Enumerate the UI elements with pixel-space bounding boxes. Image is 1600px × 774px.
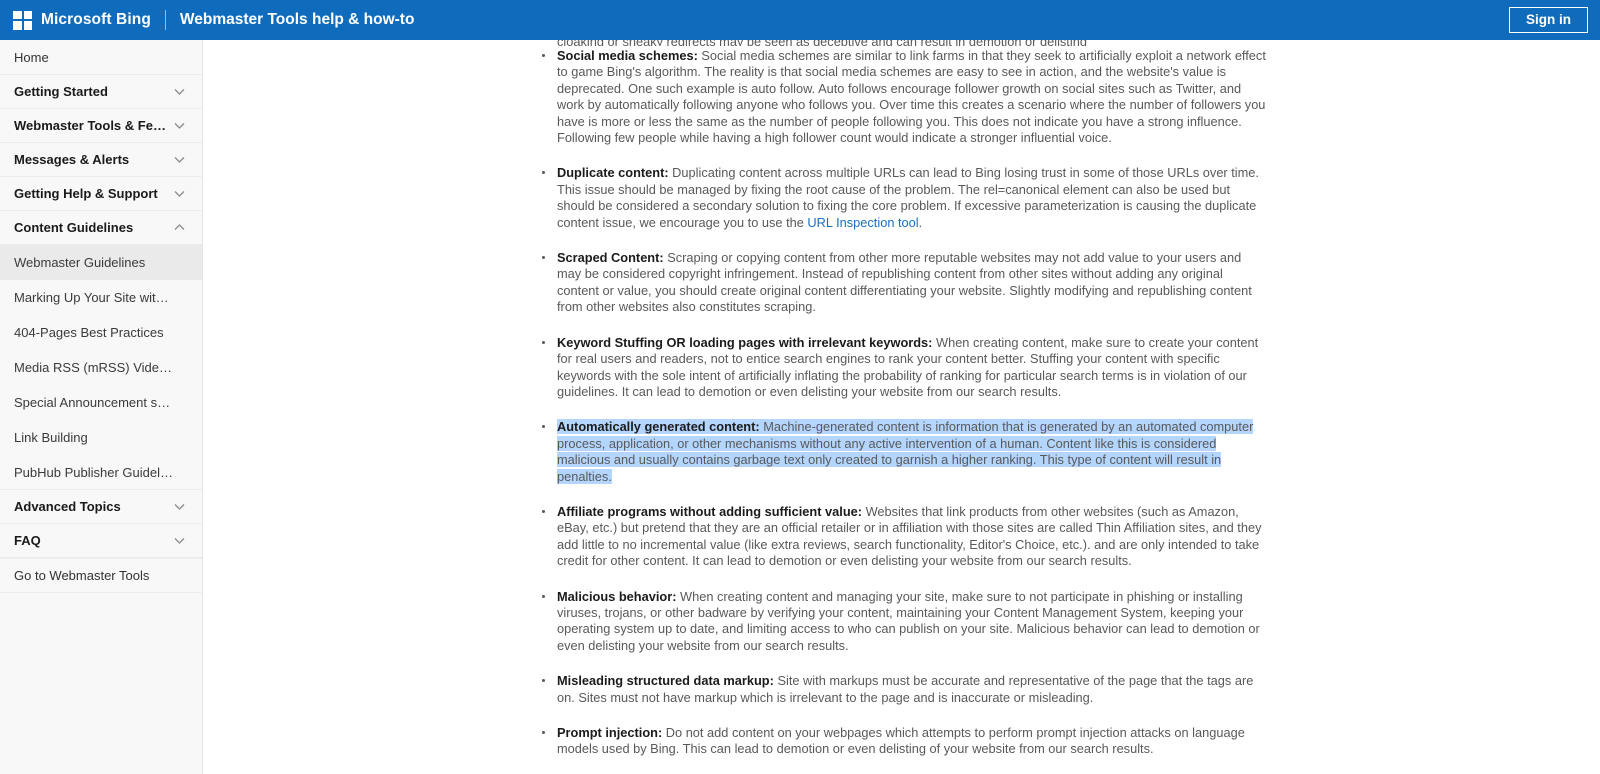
sidebar-item-label: Getting Started [14,84,108,99]
guideline-item: Affiliate programs without adding suffic… [533,504,1268,570]
sidebar-item-content-guidelines[interactable]: Content Guidelines [0,210,202,245]
guideline-term: Affiliate programs without adding suffic… [557,503,863,519]
guideline-term: Prompt injection: [557,725,663,740]
guideline-term: Duplicate content: [557,165,669,181]
sign-in-button[interactable]: Sign in [1509,7,1588,33]
url-inspection-tool-link[interactable]: URL Inspection tool [807,215,918,230]
sidebar-item-label: Marking Up Your Site with Stru… [14,290,174,305]
sidebar-item-label: 404-Pages Best Practices [14,325,164,340]
main-content-area: cloaking or sneaky redirects may be seen… [203,40,1600,774]
sidebar-item-label: Advanced Topics [14,499,121,514]
guideline-item: Malicious behavior: When creating conten… [533,589,1268,655]
chevron-down-icon [173,534,186,547]
guideline-item: Scraped Content: Scraping or copying con… [533,250,1268,316]
sidebar-item-getting-help-support[interactable]: Getting Help & Support [0,176,202,211]
guideline-item: Misleading structured data markup: Site … [533,673,1268,706]
sidebar-item-label: Webmaster Tools & Fea… [14,118,173,133]
guidelines-document: cloaking or sneaky redirects may be seen… [533,40,1268,774]
sidebar-item-label: Webmaster Guidelines [14,255,146,270]
sidebar-item-label: PubHub Publisher Guidelines [14,465,174,480]
guideline-body-tail: . [918,214,923,230]
microsoft-grid-icon [13,10,32,30]
guideline-term: Scraped Content: [557,250,664,266]
guideline-term: Automatically generated content: [557,419,760,435]
sidebar-item-marking-up-your-site-with-stru[interactable]: Marking Up Your Site with Stru… [0,280,202,315]
clipped-top-line: cloaking or sneaky redirects may be seen… [533,40,1268,46]
sidebar-item-go-to-webmaster-tools[interactable]: Go to Webmaster Tools [0,558,202,593]
brand-divider [164,10,166,30]
chevron-down-icon [173,119,186,132]
sidebar-item-special-announcement-specifi[interactable]: Special Announcement specifi… [0,385,202,420]
sidebar-item-label: Content Guidelines [14,220,134,235]
guidelines-list: Social media schemes: Social media schem… [533,48,1268,758]
sidebar-item-label: Link Building [14,430,88,445]
sidebar-item-label: Getting Help & Support [14,186,158,201]
sidebar-item-label: Go to Webmaster Tools [14,568,150,583]
sidebar-item-faq[interactable]: FAQ [0,523,202,558]
guideline-term: Social media schemes: [557,48,698,63]
guideline-item: Prompt injection: Do not add content on … [533,725,1268,758]
sidebar-navigation[interactable]: Home Getting Started Webmaster Tools & Fea… [0,40,203,774]
sidebar-item-webmaster-guidelines[interactable]: Webmaster Guidelines [0,245,202,280]
sidebar-item-label: Special Announcement specifi… [14,395,174,410]
sidebar-item-label: FAQ [14,533,41,548]
chevron-down-icon [173,153,186,166]
guideline-item: Duplicate content: Duplicating content a… [533,165,1268,231]
guideline-term: Keyword Stuffing OR loading pages with i… [557,334,933,350]
sidebar-item-messages-alerts[interactable]: Messages & Alerts [0,142,202,177]
sidebar-item-404-pages-best-practices[interactable]: 404-Pages Best Practices [0,315,202,350]
sidebar-item-advanced-topics[interactable]: Advanced Topics [0,489,202,524]
sidebar-item-link-building[interactable]: Link Building [0,420,202,455]
chevron-up-icon [173,221,186,234]
chevron-down-icon [173,500,186,513]
site-title: Webmaster Tools help & how-to [179,11,415,28]
guideline-term: Malicious behavior: [557,588,677,604]
top-header-bar: Microsoft Bing Webmaster Tools help & ho… [0,0,1600,40]
sidebar-item-label: Home [14,50,49,65]
chevron-down-icon [173,187,186,200]
guideline-item: Social media schemes: Social media schem… [533,48,1268,146]
sidebar-item-pubhub-publisher-guidelines[interactable]: PubHub Publisher Guidelines [0,455,202,490]
sidebar-item-home[interactable]: Home [0,40,202,75]
guideline-item: Automatically generated content: Machine… [533,419,1268,485]
guideline-item: Keyword Stuffing OR loading pages with i… [533,335,1268,401]
selected-text-highlight: Automatically generated content: Machine… [557,419,1254,484]
sidebar-item-label: Media RSS (mRSS) Video Fee… [14,360,174,375]
brand-name: Microsoft Bing [41,11,151,28]
sidebar-item-getting-started[interactable]: Getting Started [0,74,202,109]
chevron-down-icon [173,85,186,98]
guideline-term: Misleading structured data markup: [557,673,774,689]
sidebar-item-webmaster-tools-fea[interactable]: Webmaster Tools & Fea… [0,108,202,143]
sidebar-item-label: Messages & Alerts [14,152,130,167]
sidebar-item-media-rss-mrss-video-fee[interactable]: Media RSS (mRSS) Video Fee… [0,350,202,385]
